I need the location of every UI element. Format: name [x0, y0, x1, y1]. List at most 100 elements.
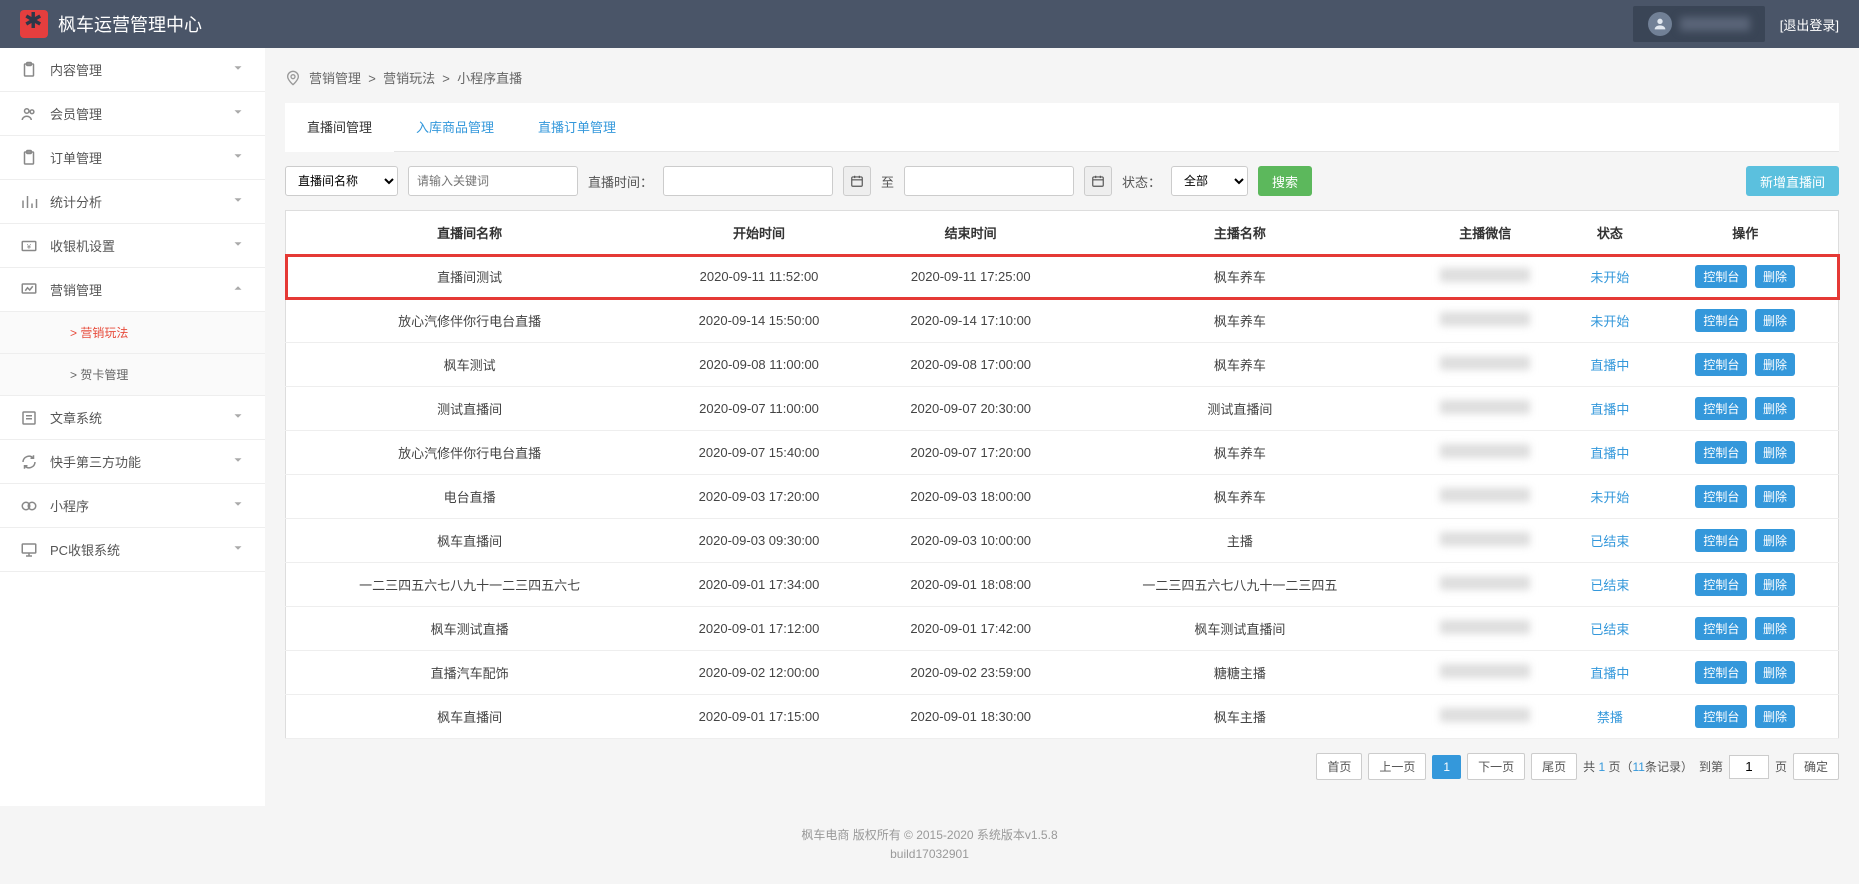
console-button[interactable]: 控制台 [1695, 397, 1747, 420]
field-select[interactable]: 直播间名称 [285, 166, 398, 196]
user-name [1680, 17, 1750, 31]
console-button[interactable]: 控制台 [1695, 617, 1747, 640]
delete-button[interactable]: 删除 [1755, 705, 1795, 728]
status-link[interactable]: 未开始 [1590, 314, 1629, 329]
cell-end: 2020-09-11 17:25:00 [865, 255, 1077, 299]
console-button[interactable]: 控制台 [1695, 309, 1747, 332]
total-info: 共 1 页（11条记录） [1583, 758, 1693, 775]
console-button[interactable]: 控制台 [1695, 573, 1747, 596]
sidebar-label: 文章系统 [50, 408, 102, 427]
delete-button[interactable]: 删除 [1755, 397, 1795, 420]
location-icon [285, 70, 301, 86]
cell-start: 2020-09-01 17:15:00 [653, 695, 865, 739]
time-label: 直播时间： [588, 172, 653, 191]
status-link[interactable]: 直播中 [1590, 666, 1629, 681]
user-area[interactable] [1633, 6, 1765, 42]
cell-end: 2020-09-07 20:30:00 [865, 387, 1077, 431]
tab[interactable]: 入库商品管理 [394, 103, 516, 151]
tab[interactable]: 直播订单管理 [516, 103, 638, 151]
chevron-up-icon [231, 281, 245, 298]
delete-button[interactable]: 删除 [1755, 309, 1795, 332]
calendar-icon[interactable] [1084, 166, 1112, 196]
cell-status: 已结束 [1567, 607, 1652, 651]
goto-input[interactable] [1729, 755, 1769, 779]
cell-status: 未开始 [1567, 255, 1652, 299]
delete-button[interactable]: 删除 [1755, 617, 1795, 640]
sidebar-item[interactable]: 小程序 [0, 484, 265, 528]
sidebar-item[interactable]: 统计分析 [0, 180, 265, 224]
page-number[interactable]: 1 [1432, 755, 1461, 779]
submenu-item[interactable]: > 贺卡管理 [0, 354, 265, 396]
mini-icon [20, 497, 38, 515]
clipboard-icon [20, 61, 38, 79]
first-page[interactable]: 首页 [1316, 753, 1362, 780]
sidebar-item[interactable]: 营销管理 [0, 268, 265, 312]
delete-button[interactable]: 删除 [1755, 265, 1795, 288]
delete-button[interactable]: 删除 [1755, 573, 1795, 596]
cell-start: 2020-09-14 15:50:00 [653, 299, 865, 343]
breadcrumb-item: 小程序直播 [457, 71, 522, 86]
sidebar-item[interactable]: 内容管理 [0, 48, 265, 92]
sidebar-item[interactable]: 快手第三方功能 [0, 440, 265, 484]
table-row: 电台直播 2020-09-03 17:20:00 2020-09-03 18:0… [286, 475, 1839, 519]
chevron-down-icon [231, 453, 245, 470]
table-row: 放心汽修伴你行电台直播 2020-09-07 15:40:00 2020-09-… [286, 431, 1839, 475]
sidebar-label: 快手第三方功能 [50, 452, 141, 471]
delete-button[interactable]: 删除 [1755, 441, 1795, 464]
avatar-icon [1648, 12, 1672, 36]
console-button[interactable]: 控制台 [1695, 485, 1747, 508]
end-time-input[interactable] [904, 166, 1074, 196]
delete-button[interactable]: 删除 [1755, 529, 1795, 552]
new-live-button[interactable]: 新增直播间 [1746, 166, 1839, 196]
status-link[interactable]: 禁播 [1597, 710, 1623, 725]
prev-page[interactable]: 上一页 [1368, 753, 1426, 780]
status-link[interactable]: 未开始 [1590, 270, 1629, 285]
submenu-item[interactable]: > 营销玩法 [0, 312, 265, 354]
sidebar-item[interactable]: 文章系统 [0, 396, 265, 440]
sidebar-item[interactable]: 订单管理 [0, 136, 265, 180]
breadcrumb-item[interactable]: 营销管理 [309, 71, 361, 86]
search-button[interactable]: 搜索 [1258, 166, 1312, 196]
console-button[interactable]: 控制台 [1695, 705, 1747, 728]
pagination: 首页 上一页 1 下一页 尾页 共 1 页（11条记录） 到第 页 确定 [285, 739, 1839, 794]
cell-wechat [1403, 519, 1567, 563]
calendar-icon[interactable] [843, 166, 871, 196]
cell-actions: 控制台 删除 [1652, 519, 1838, 563]
logout-link[interactable]: [退出登录] [1780, 15, 1839, 34]
cell-start: 2020-09-07 11:00:00 [653, 387, 865, 431]
next-page[interactable]: 下一页 [1467, 753, 1525, 780]
status-link[interactable]: 直播中 [1590, 358, 1629, 373]
sidebar-item[interactable]: PC收银系统 [0, 528, 265, 572]
console-button[interactable]: 控制台 [1695, 265, 1747, 288]
status-link[interactable]: 已结束 [1590, 622, 1629, 637]
delete-button[interactable]: 删除 [1755, 485, 1795, 508]
chevron-down-icon [231, 409, 245, 426]
start-time-input[interactable] [663, 166, 833, 196]
tab[interactable]: 直播间管理 [285, 103, 394, 152]
table-header: 直播间名称 [286, 211, 654, 255]
filter-bar: 直播间名称 直播时间： 至 状态： 全部 搜索 新增直播间 [285, 152, 1839, 210]
breadcrumb-item[interactable]: 营销玩法 [383, 71, 435, 86]
console-button[interactable]: 控制台 [1695, 353, 1747, 376]
cell-actions: 控制台 删除 [1652, 475, 1838, 519]
status-link[interactable]: 已结束 [1590, 578, 1629, 593]
sidebar-item[interactable]: 会员管理 [0, 92, 265, 136]
status-link[interactable]: 已结束 [1590, 534, 1629, 549]
console-button[interactable]: 控制台 [1695, 441, 1747, 464]
status-select[interactable]: 全部 [1171, 166, 1248, 196]
table-row: 一二三四五六七八九十一二三四五六七 2020-09-01 17:34:00 20… [286, 563, 1839, 607]
last-page[interactable]: 尾页 [1531, 753, 1577, 780]
console-button[interactable]: 控制台 [1695, 661, 1747, 684]
delete-button[interactable]: 删除 [1755, 353, 1795, 376]
table-row: 枫车直播间 2020-09-03 09:30:00 2020-09-03 10:… [286, 519, 1839, 563]
keyword-input[interactable] [408, 166, 578, 196]
status-link[interactable]: 未开始 [1590, 490, 1629, 505]
status-link[interactable]: 直播中 [1590, 446, 1629, 461]
status-link[interactable]: 直播中 [1590, 402, 1629, 417]
console-button[interactable]: 控制台 [1695, 529, 1747, 552]
cell-start: 2020-09-03 09:30:00 [653, 519, 865, 563]
delete-button[interactable]: 删除 [1755, 661, 1795, 684]
sidebar-item[interactable]: ¥收银机设置 [0, 224, 265, 268]
goto-confirm[interactable]: 确定 [1793, 753, 1839, 780]
cell-name: 电台直播 [286, 475, 654, 519]
